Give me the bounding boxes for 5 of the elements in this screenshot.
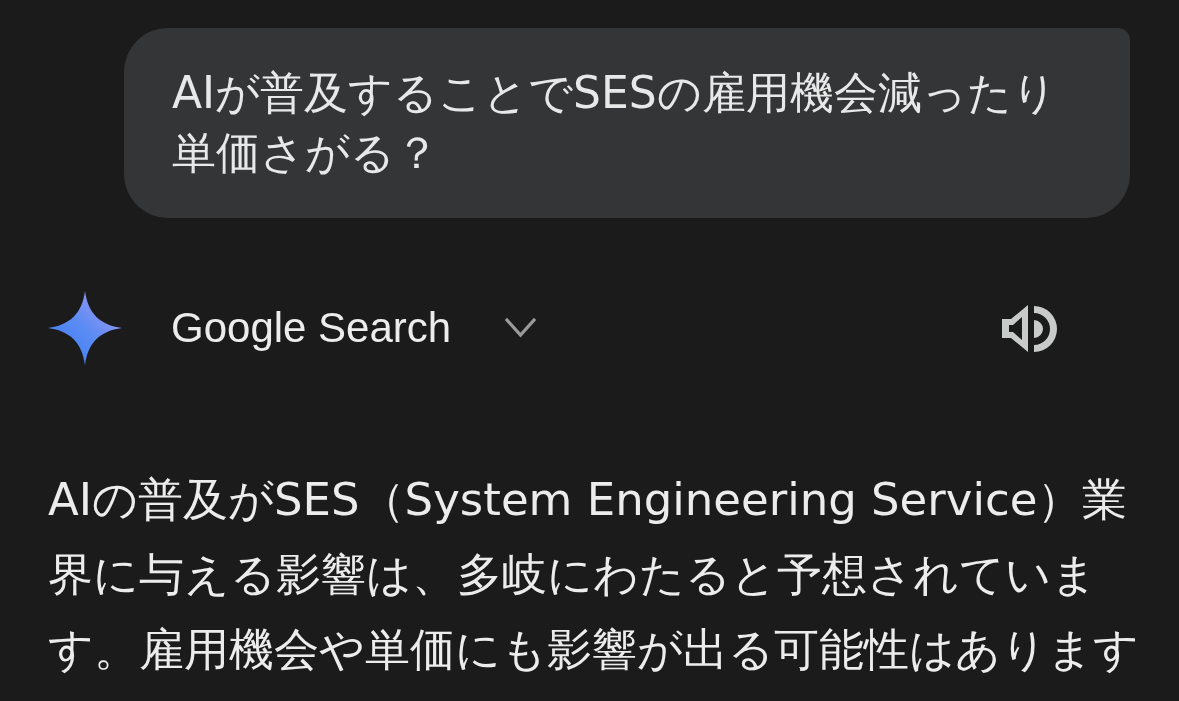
speaker-icon[interactable] (1002, 302, 1057, 354)
response-text: AIの普及がSES（System Engineering Service）業界に与える影響は、多岐にわたると予想されています。雇用機会や単価にも影響が出る可能性はあります (48, 472, 1140, 678)
user-message-bubble: AIが普及することでSESの雇用機会減ったり単価さがる？ (124, 28, 1130, 218)
source-dropdown[interactable]: Google Search (171, 302, 537, 354)
sparkle-icon (48, 291, 122, 365)
